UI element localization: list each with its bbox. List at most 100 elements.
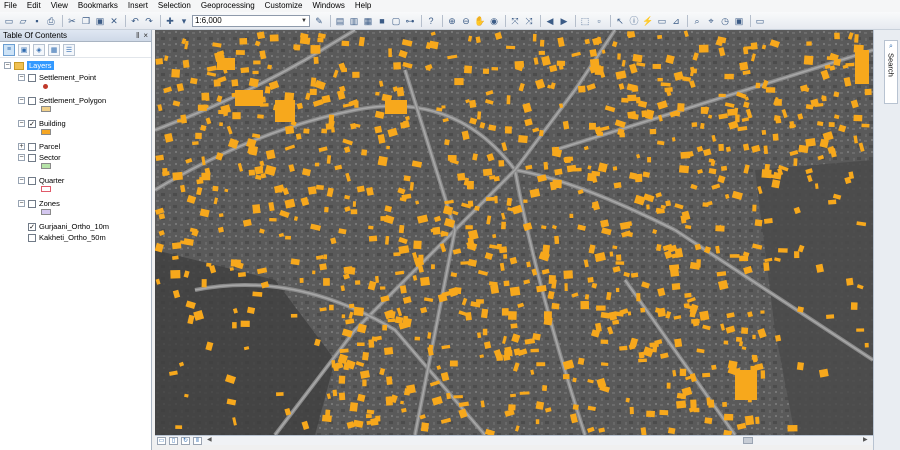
delete-icon[interactable]: ✕ — [108, 15, 120, 27]
menu-edit[interactable]: Edit — [27, 0, 41, 12]
time-slider-icon[interactable]: ◷ — [719, 15, 731, 27]
pin-icon[interactable]: ‖ — [136, 31, 139, 40]
list-by-source-icon[interactable]: ▣ — [18, 43, 30, 56]
back-icon[interactable]: ◀ — [544, 15, 556, 27]
layout-view-icon[interactable]: ▯ — [169, 436, 178, 445]
building-footprint — [230, 259, 241, 267]
catalog-icon[interactable]: ▥ — [348, 15, 360, 27]
cut-icon[interactable]: ✂ — [66, 15, 78, 27]
hyperlink-icon[interactable]: ⚡ — [642, 15, 654, 27]
new-document-icon[interactable]: ▭ — [3, 15, 15, 27]
building-footprint — [482, 168, 493, 177]
table-icon[interactable]: ▤ — [334, 15, 346, 27]
model-builder-icon[interactable]: ⊶ — [404, 15, 416, 27]
list-by-drawing-order-icon[interactable]: ≡ — [3, 43, 15, 56]
arctoolbox-icon[interactable]: ■ — [376, 15, 388, 27]
open-icon[interactable]: ▱ — [17, 15, 29, 27]
menu-customize[interactable]: Customize — [265, 0, 303, 12]
collapse-icon[interactable]: − — [18, 200, 25, 207]
toc-root-layers[interactable]: − Layers — [4, 60, 54, 71]
layer-visibility-checkbox[interactable] — [28, 233, 36, 242]
layer-visibility-checkbox[interactable] — [28, 199, 36, 208]
layout-view-icon[interactable]: ▭ — [754, 15, 766, 27]
toc-layer-zones[interactable]: − Zones — [18, 198, 60, 209]
layer-visibility-checkbox[interactable] — [28, 153, 36, 162]
zoom-in-icon[interactable]: ⊕ — [446, 15, 458, 27]
building-footprint — [535, 419, 540, 425]
clear-selection-icon[interactable]: ▫ — [593, 15, 605, 27]
toc-layer-parcel[interactable]: + Parcel — [18, 141, 60, 152]
refresh-icon[interactable]: ↻ — [181, 436, 190, 445]
collapse-icon[interactable]: − — [4, 62, 11, 69]
layer-visibility-checkbox[interactable] — [28, 176, 36, 185]
python-icon[interactable]: ▢ — [390, 15, 402, 27]
collapse-icon[interactable]: − — [18, 154, 25, 161]
map-scale-combo[interactable]: 1:6,000 ▼ — [192, 14, 310, 27]
add-data-icon[interactable]: ✚ — [164, 15, 176, 27]
pause-drawing-icon[interactable]: Ⅱ — [193, 436, 202, 445]
orthophoto-map[interactable] — [155, 30, 873, 435]
toc-layer-kakheti-ortho-50m[interactable]: Kakheti_Ortho_50m — [18, 232, 106, 243]
forward-icon[interactable]: ▶ — [558, 15, 570, 27]
search-tab[interactable]: ⌕ Search — [884, 40, 898, 104]
options-icon[interactable]: ☰ — [63, 43, 75, 56]
copy-icon[interactable]: ❐ — [80, 15, 92, 27]
collapse-icon[interactable]: − — [18, 177, 25, 184]
building-footprint — [578, 85, 586, 93]
collapse-icon[interactable]: − — [18, 74, 25, 81]
layer-visibility-checkbox[interactable] — [28, 96, 36, 105]
select-features-icon[interactable]: ⬚ — [579, 15, 591, 27]
toc-layer-settlement-point[interactable]: − Settlement_Point — [18, 72, 96, 83]
map-view[interactable] — [155, 30, 873, 435]
save-icon[interactable]: ▪ — [31, 15, 43, 27]
scroll-right-icon[interactable]: ▶ — [863, 436, 868, 443]
undo-icon[interactable]: ↶ — [129, 15, 141, 27]
menu-file[interactable]: File — [4, 0, 17, 12]
layer-visibility-checkbox[interactable]: ✓ — [28, 119, 36, 128]
go-to-xy-icon[interactable]: ⌖ — [705, 15, 717, 27]
collapse-icon[interactable]: − — [18, 120, 25, 127]
menu-help[interactable]: Help — [355, 0, 371, 12]
print-icon[interactable]: ⎙ — [45, 15, 57, 27]
identify-icon[interactable]: ⓘ — [628, 15, 640, 27]
redo-icon[interactable]: ↷ — [143, 15, 155, 27]
list-by-selection-icon[interactable]: ▦ — [48, 43, 60, 56]
zoom-out-icon[interactable]: ⊖ — [460, 15, 472, 27]
toc-layer-gurjaani-ortho-10m[interactable]: ✓ Gurjaani_Ortho_10m — [18, 221, 109, 232]
close-icon[interactable]: × — [143, 31, 148, 40]
fixed-zoom-in-icon[interactable]: ⤧ — [509, 15, 521, 27]
toc-layer-building[interactable]: − ✓ Building — [18, 118, 66, 129]
toc-layer-settlement-polygon[interactable]: − Settlement_Polygon — [18, 95, 106, 106]
menu-selection[interactable]: Selection — [158, 0, 191, 12]
menu-view[interactable]: View — [51, 0, 68, 12]
fixed-zoom-out-icon[interactable]: ⤨ — [523, 15, 535, 27]
expand-icon[interactable]: + — [18, 143, 25, 150]
measure-icon[interactable]: ⊿ — [670, 15, 682, 27]
full-extent-icon[interactable]: ◉ — [488, 15, 500, 27]
layer-visibility-checkbox[interactable] — [28, 73, 36, 82]
menu-windows[interactable]: Windows — [312, 0, 344, 12]
pan-icon[interactable]: ✋ — [474, 15, 486, 27]
list-by-visibility-icon[interactable]: ◈ — [33, 43, 45, 56]
editor-icon[interactable]: ✎ — [313, 15, 325, 27]
search-window-icon[interactable]: ▦ — [362, 15, 374, 27]
layer-visibility-checkbox[interactable] — [28, 142, 36, 151]
toc-layer-quarter[interactable]: − Quarter — [18, 175, 64, 186]
menu-insert[interactable]: Insert — [128, 0, 148, 12]
paste-icon[interactable]: ▣ — [94, 15, 106, 27]
add-data-dropdown-icon[interactable]: ▾ — [178, 15, 190, 27]
select-elements-icon[interactable]: ↖ — [614, 15, 626, 27]
menu-bookmarks[interactable]: Bookmarks — [78, 0, 118, 12]
layer-visibility-checkbox[interactable]: ✓ — [28, 222, 36, 231]
scroll-left-icon[interactable]: ◀ — [207, 436, 212, 443]
find-icon[interactable]: ⌕ — [691, 15, 703, 27]
menu-geoprocessing[interactable]: Geoprocessing — [201, 0, 255, 12]
help-icon[interactable]: ? — [425, 15, 437, 27]
building-footprint — [806, 41, 812, 46]
data-view-icon[interactable]: ▭ — [157, 436, 166, 445]
html-popup-icon[interactable]: ▭ — [656, 15, 668, 27]
horizontal-scrollbar-thumb[interactable] — [743, 437, 753, 444]
viewer-icon[interactable]: ▣ — [733, 15, 745, 27]
collapse-icon[interactable]: − — [18, 97, 25, 104]
toc-layer-sector[interactable]: − Sector — [18, 152, 61, 163]
